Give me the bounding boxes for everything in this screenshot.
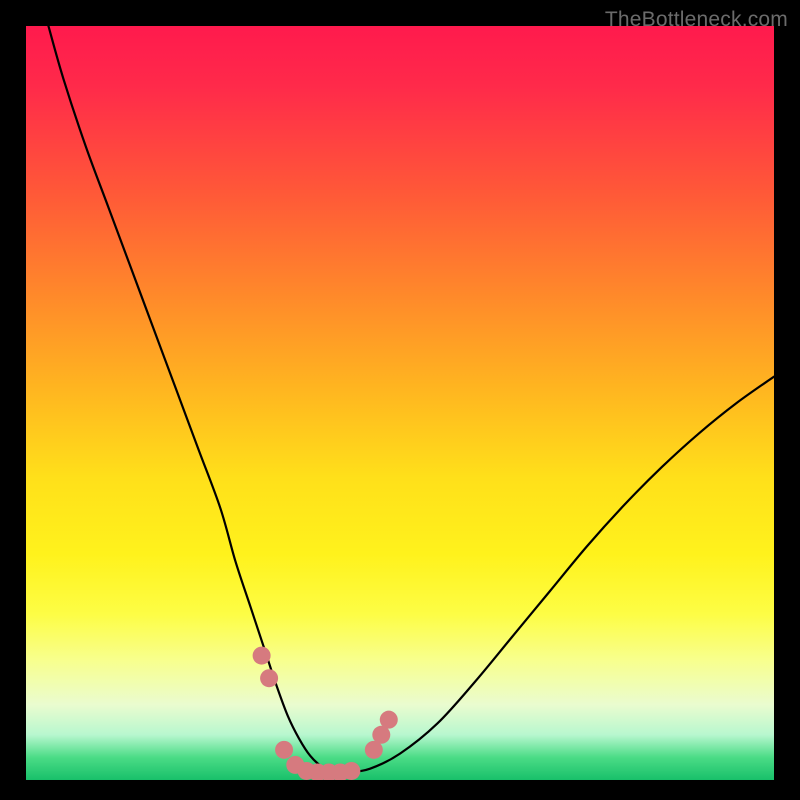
- curve-marker: [286, 756, 304, 774]
- chart-svg: [26, 26, 774, 780]
- curve-markers: [253, 647, 398, 780]
- curve-marker: [260, 669, 278, 687]
- curve-marker: [275, 741, 293, 759]
- curve-marker: [298, 762, 316, 780]
- curve-marker: [380, 711, 398, 729]
- bottleneck-curve: [48, 26, 774, 773]
- watermark-text: TheBottleneck.com: [605, 8, 788, 32]
- curve-marker: [372, 726, 390, 744]
- curve-marker: [320, 763, 338, 780]
- curve-marker: [365, 741, 383, 759]
- curve-marker: [342, 762, 360, 780]
- curve-marker: [253, 647, 271, 665]
- curve-marker: [309, 763, 327, 780]
- chart-frame: TheBottleneck.com: [0, 0, 800, 800]
- chart-plot-area: [26, 26, 774, 780]
- curve-marker: [331, 763, 349, 780]
